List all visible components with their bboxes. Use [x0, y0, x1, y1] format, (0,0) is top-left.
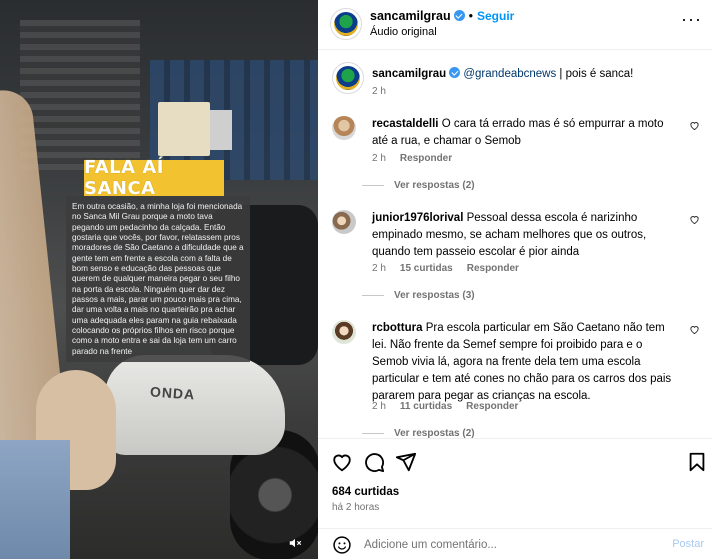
- avatar-image: [336, 66, 360, 90]
- speaker-muted-icon: [289, 538, 302, 548]
- comment-time: 2 h: [372, 263, 386, 274]
- verified-badge-icon: [453, 10, 465, 21]
- comment-meta: 2 h Responder: [372, 153, 466, 164]
- share-icon[interactable]: [395, 451, 417, 473]
- caption-username[interactable]: sancamilgrau: [372, 68, 446, 80]
- comment-text: rcbottura Pra escola particular em São C…: [372, 320, 682, 405]
- person-jeans: [0, 440, 70, 559]
- avatar-image: [334, 12, 358, 36]
- heart-icon[interactable]: [689, 324, 700, 335]
- post-header: sancamilgrau • Seguir Áudio original ···: [318, 0, 712, 50]
- mute-button[interactable]: [284, 532, 306, 554]
- video-caption-box: Em outra ocasião, a minha loja foi menci…: [66, 196, 250, 362]
- comment-meta: 2 h 15 curtidas Responder: [372, 263, 533, 274]
- comment-text: recastaldelli O cara tá errado mas é só …: [372, 116, 682, 150]
- comment-likes[interactable]: 11 curtidas: [400, 401, 452, 412]
- ellipsis-icon[interactable]: ···: [681, 10, 702, 28]
- heart-icon[interactable]: [689, 214, 700, 225]
- bookmark-icon[interactable]: [686, 451, 708, 473]
- post-comment-button[interactable]: Postar: [672, 538, 704, 550]
- store-shelf: [20, 20, 140, 170]
- caption-time: 2 h: [372, 86, 386, 97]
- comment-username[interactable]: recastaldelli: [372, 118, 438, 130]
- comment-username[interactable]: rcbottura: [372, 322, 422, 334]
- comment-input[interactable]: [364, 535, 644, 555]
- follow-button[interactable]: Seguir: [477, 9, 514, 23]
- commenter-avatar[interactable]: [332, 116, 356, 140]
- video-title-banner: FALA AÍ SANCA: [84, 157, 224, 199]
- store-sign: [210, 110, 232, 150]
- comment-composer: Postar: [318, 528, 712, 559]
- author-avatar[interactable]: [330, 8, 362, 40]
- verified-badge-icon: [449, 67, 461, 78]
- commenter-avatar[interactable]: [332, 210, 356, 234]
- commenter-avatar[interactable]: [332, 320, 356, 344]
- caption-meta: 2 h: [372, 86, 400, 97]
- reel-video[interactable]: ONDA FALA AÍ SANCA Em outra ocasião, a m…: [0, 0, 318, 559]
- separator-dot: •: [468, 9, 473, 23]
- view-replies-button[interactable]: Ver respostas (2): [362, 180, 475, 191]
- reply-button[interactable]: Responder: [467, 263, 519, 274]
- caption-body: | pois é sanca!: [556, 68, 634, 80]
- heart-icon[interactable]: [689, 120, 700, 131]
- caption-text: sancamilgrau @grandeabcnews | pois é san…: [372, 66, 682, 83]
- comment-time: 2 h: [372, 401, 386, 412]
- reply-button[interactable]: Responder: [466, 401, 518, 412]
- comment-likes[interactable]: 15 curtidas: [400, 263, 453, 274]
- comment-item: recastaldelli O cara tá errado mas é só …: [332, 116, 704, 194]
- comment-item: rcbottura Pra escola particular em São C…: [332, 320, 704, 438]
- banner-text: FALA AÍ SANCA: [84, 157, 164, 199]
- motorcycle-brand: ONDA: [149, 383, 196, 403]
- author-line: sancamilgrau • Seguir: [370, 9, 514, 23]
- audio-label[interactable]: Áudio original: [370, 26, 437, 38]
- motorcycle-fairing: [105, 355, 285, 455]
- post-panel: sancamilgrau • Seguir Áudio original ··· s…: [318, 0, 712, 559]
- comment-meta: 2 h 11 curtidas Responder: [372, 401, 532, 412]
- store-poster: [158, 102, 210, 156]
- comment-username[interactable]: junior1976lorival: [372, 212, 463, 224]
- view-replies-button[interactable]: Ver respostas (2): [362, 428, 475, 438]
- post-actions: 684 curtidas há 2 horas: [318, 438, 712, 528]
- heart-icon[interactable]: [331, 451, 353, 473]
- reply-button[interactable]: Responder: [400, 153, 452, 164]
- comment-icon[interactable]: [363, 451, 385, 473]
- post-time[interactable]: há 2 horas: [332, 502, 379, 513]
- comment-time: 2 h: [372, 153, 386, 164]
- comments-list[interactable]: sancamilgrau @grandeabcnews | pois é san…: [318, 50, 712, 438]
- caption-avatar[interactable]: [332, 62, 364, 94]
- likes-count[interactable]: 684 curtidas: [332, 486, 399, 498]
- emoji-icon[interactable]: [332, 535, 352, 555]
- view-replies-button[interactable]: Ver respostas (3): [362, 290, 475, 301]
- video-caption-text: Em outra ocasião, a minha loja foi menci…: [72, 202, 244, 356]
- comment-item: junior1976lorival Pessoal dessa escola é…: [332, 210, 704, 306]
- comment-body: Pra escola particular em São Caetano não…: [372, 322, 672, 402]
- comment-text: junior1976lorival Pessoal dessa escola é…: [372, 210, 682, 261]
- caption-mention[interactable]: @grandeabcnews: [463, 68, 556, 80]
- author-username[interactable]: sancamilgrau: [370, 9, 451, 23]
- post-caption: sancamilgrau @grandeabcnews | pois é san…: [332, 62, 704, 102]
